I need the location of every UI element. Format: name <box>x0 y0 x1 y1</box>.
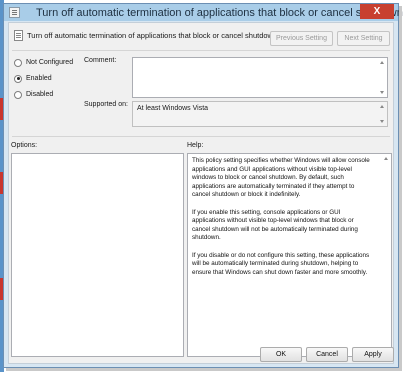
title-bar[interactable]: Turn off automatic termination of applic… <box>4 4 403 21</box>
supported-scrollbar[interactable] <box>379 103 386 125</box>
dialog-client-area: Turn off automatic termination of applic… <box>8 22 394 364</box>
help-line: If you disable or do not configure this … <box>192 251 370 259</box>
radio-label: Not Configured <box>26 59 74 66</box>
radio-button[interactable] <box>14 58 22 67</box>
radio-label: Enabled <box>26 75 52 82</box>
radio-button[interactable] <box>14 90 22 99</box>
radio-not-configured[interactable]: Not Configured <box>14 57 73 68</box>
help-paragraph-2: If you enable this setting, console appl… <box>192 209 386 243</box>
help-paragraph-1: This policy setting specifies whether Wi… <box>192 157 386 200</box>
next-setting-button[interactable]: Next Setting <box>337 31 390 46</box>
scroll-down-arrow-icon[interactable] <box>380 91 384 94</box>
section-divider <box>12 136 390 137</box>
window-title: Turn off automatic termination of applic… <box>36 7 403 19</box>
help-line: will be automatically terminated during … <box>192 260 359 268</box>
radio-label: Disabled <box>26 91 54 98</box>
comment-textarea[interactable] <box>132 57 388 98</box>
help-paragraph-3: If you disable or do not configure this … <box>192 252 386 278</box>
supported-on-field: At least Windows Vista <box>132 101 388 127</box>
policy-dialog-window: Turn off automatic termination of applic… <box>3 3 403 368</box>
cancel-button[interactable]: Cancel <box>306 347 348 362</box>
previous-setting-button[interactable]: Previous Setting <box>270 31 333 46</box>
help-line: This policy setting specifies whether Wi… <box>192 157 370 164</box>
help-line: applications and GUI applications withou… <box>192 165 352 173</box>
help-line: windows to block or cancel shutdown. By … <box>192 174 344 182</box>
help-line: shutdown. <box>192 234 221 242</box>
radio-button[interactable] <box>14 74 22 83</box>
comment-scrollbar[interactable] <box>379 59 386 96</box>
supported-on-value: At least Windows Vista <box>137 105 209 112</box>
help-line: If you enable this setting, console appl… <box>192 208 341 216</box>
supported-on-label: Supported on: <box>84 101 128 108</box>
help-line: applications are automatically terminate… <box>192 182 355 190</box>
help-line: cancel shutdown or block it indefinitely… <box>192 191 301 199</box>
apply-button[interactable]: Apply <box>352 347 394 362</box>
policy-app-icon <box>9 7 20 18</box>
window-shadow <box>399 6 402 370</box>
setting-name: Turn off automatic termination of applic… <box>27 31 278 40</box>
options-label: Options: <box>11 142 38 149</box>
help-text: This policy setting specifies whether Wi… <box>192 157 386 286</box>
radio-enabled[interactable]: Enabled <box>14 73 52 84</box>
comment-label: Comment: <box>84 57 117 64</box>
options-panel <box>11 153 184 357</box>
radio-disabled[interactable]: Disabled <box>14 89 53 100</box>
scroll-up-arrow-icon[interactable] <box>380 105 384 108</box>
scroll-up-arrow-icon[interactable] <box>380 61 384 64</box>
help-line: cancel shutdown will not be automaticall… <box>192 225 358 233</box>
window-shadow <box>6 368 402 371</box>
help-panel[interactable]: This policy setting specifies whether Wi… <box>187 153 392 357</box>
help-line: ensure that Windows can shut down faster… <box>192 268 368 276</box>
scroll-down-arrow-icon[interactable] <box>380 120 384 123</box>
close-button[interactable]: X <box>360 4 394 19</box>
help-line: applications without visible top-level w… <box>192 217 354 225</box>
ok-button[interactable]: OK <box>260 347 302 362</box>
help-scrollbar[interactable] <box>383 155 390 355</box>
header-divider <box>12 50 390 51</box>
scroll-up-arrow-icon[interactable] <box>384 157 388 160</box>
help-label: Help: <box>187 142 204 149</box>
policy-setting-icon <box>14 30 23 41</box>
